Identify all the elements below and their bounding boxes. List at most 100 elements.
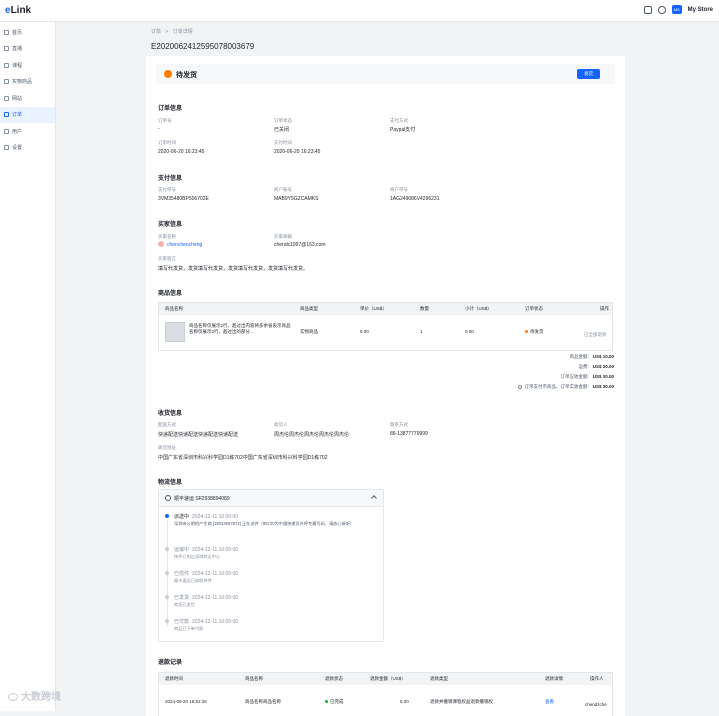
field-label: 联系方式 — [390, 422, 408, 427]
column-header: 商品名称 — [165, 306, 183, 311]
order-status-title: 待发货 — [176, 72, 197, 79]
timeline-desc: 商品已下单付款 — [174, 626, 204, 631]
section-title-refund: 退款记录 — [158, 660, 183, 666]
course-icon — [4, 62, 9, 68]
timeline-dot — [165, 619, 169, 623]
field-value: 已关闭 — [274, 127, 290, 133]
refund-detail-link[interactable]: 查看 — [545, 699, 554, 705]
refund-amount: 5.00 — [400, 699, 409, 704]
avatar — [158, 241, 164, 247]
logistics-header[interactable]: 顺丰速运 SF2938894089 — [159, 490, 383, 507]
status-bar: 待发货 发货 — [156, 64, 615, 84]
home-icon — [4, 29, 9, 35]
field-value: 2020-06-20 16:23:45 — [158, 149, 205, 155]
column-header: 数量 — [420, 306, 429, 311]
refund-table: 退款时间 商品名称 退款状态 退款金额（US$） 退款类型 退款详情 操作人 2… — [158, 672, 613, 716]
sidebar-item-users[interactable]: 用户 — [0, 123, 55, 140]
product-image — [165, 322, 185, 342]
globe-icon[interactable] — [657, 5, 666, 14]
goods-icon — [4, 79, 9, 85]
section-title-logistics: 物流信息 — [158, 480, 183, 486]
column-header: 退款金额（US$） — [370, 676, 406, 681]
column-header: 商品类型 — [300, 306, 318, 311]
section-title-order: 订单信息 — [158, 106, 183, 112]
product-subtotal: 0.00 — [465, 329, 474, 334]
product-price: 5.00 — [360, 329, 369, 334]
order-detail-card: 待发货 发货 订单信息 订单号 - 订单状态 已关闭 支付方式 Paypal支付… — [146, 56, 625, 716]
sidebar-item-orders[interactable]: 订单 — [0, 106, 55, 123]
sidebar: 首页 直播 课程 实物商品 网站 订单 用户 设置 — [0, 22, 56, 711]
column-header: 退款详情 — [545, 676, 563, 681]
field-label: 商户账号 — [274, 187, 292, 192]
order-icon — [4, 112, 9, 118]
clock-icon — [164, 70, 172, 78]
product-name[interactable]: 商品名称仅展示2行，超过出内容将多余省表示商品名称仅展示2行，超过出的部分... — [189, 323, 293, 335]
status-dot — [525, 330, 528, 334]
status-dot — [325, 700, 328, 704]
buyer-note: 填写代发货，发货填写代发货，发货填写代发货，发货填写代发货。 — [158, 266, 309, 272]
status-badge: 已完成 — [325, 699, 344, 705]
refund-status-text: 已全部退款 — [584, 332, 607, 337]
breadcrumb: 订单 > 订单详情 — [151, 28, 193, 35]
column-header: 商品名称 — [245, 676, 263, 681]
goods-table: 商品名称 商品类型 单价（US$） 数量 小计（US$） 订单状态 操作 商品名… — [158, 302, 613, 351]
sidebar-item-website[interactable]: 网站 — [0, 90, 55, 107]
website-icon — [4, 95, 9, 101]
timeline-desc: 商家已发货 — [174, 602, 195, 607]
field-value: 3VM35480BP506702E — [158, 196, 209, 202]
avatar[interactable]: MS — [671, 5, 682, 14]
settings-icon — [4, 145, 9, 151]
ship-button[interactable]: 发货 — [577, 69, 600, 79]
summary-receivable: 订单应收金额: US$ 30.00 — [560, 374, 614, 379]
sidebar-item-home[interactable]: 首页 — [0, 24, 55, 41]
live-icon — [4, 46, 9, 52]
field-label: 买家留言 — [158, 256, 176, 261]
sidebar-item-settings[interactable]: 设置 — [0, 140, 55, 157]
field-label: 商户单号 — [390, 187, 408, 192]
refund-time: 2024-09-20 16:52:26 — [165, 699, 207, 704]
sidebar-item-live[interactable]: 直播 — [0, 41, 55, 58]
column-header: 退款状态 — [325, 676, 343, 681]
timeline-status: 已付款 2024-12-11 10:00:00 — [174, 619, 239, 625]
field-label: 买家邮箱 — [274, 234, 292, 239]
sidebar-item-course[interactable]: 课程 — [0, 57, 55, 74]
page-title: E2020062412595078003679 — [151, 42, 255, 51]
field-value: - — [158, 126, 160, 132]
section-title-goods: 商品信息 — [158, 291, 183, 297]
column-header: 订单状态 — [525, 306, 543, 311]
section-title-shipping: 收货信息 — [158, 411, 183, 417]
watermark: 大数跨境 — [8, 688, 61, 703]
status-badge: 待发货 — [525, 329, 544, 335]
timeline-status: 运输中 2024-12-11 10:00:00 — [174, 547, 239, 553]
refund-operator: chendzche — [585, 702, 607, 707]
info-icon — [518, 384, 523, 389]
field-label: 配送方式 — [158, 422, 176, 427]
column-header: 退款时间 — [165, 676, 183, 681]
timeline-status: 已揽件 2024-12-11 10:00:00 — [174, 571, 239, 577]
timeline-status: 派送中 2024-12-11 10:00:00 — [174, 514, 239, 520]
sidebar-item-goods[interactable]: 实物商品 — [0, 74, 55, 91]
shipping-address: 中国广东省深圳市科兴科学园D1栋702中国广东省深圳市科兴科学园D1栋702 — [158, 455, 328, 461]
summary-received: 订单支付币商品、订单实收金额: US$ 30.00 — [518, 384, 614, 390]
column-header: 小计（US$） — [465, 306, 492, 311]
breadcrumb-current: 订单详情 — [172, 29, 193, 35]
section-title-buyer: 买家信息 — [158, 222, 183, 228]
store-icon[interactable] — [643, 5, 652, 14]
field-label: 买家名称 — [158, 234, 176, 239]
timeline-desc: 快件已到达深圳转运中心 — [174, 554, 221, 559]
app-logo[interactable]: eLink — [5, 5, 31, 16]
field-value: MAB9Y5GZCAMKS — [274, 196, 319, 202]
field-label: 收货地址 — [158, 445, 176, 450]
field-value: 2020-06-20 16:23:45 — [274, 149, 321, 155]
buyer-name-link[interactable]: chenchencheng — [167, 242, 202, 248]
refund-type: 退款并撤销课程权益退款撤销权 — [430, 699, 493, 704]
field-label: 支付方式 — [390, 118, 408, 123]
user-icon — [4, 128, 9, 134]
chevron-up-icon[interactable] — [371, 495, 377, 501]
column-header: 退款类型 — [430, 676, 448, 681]
breadcrumb-parent[interactable]: 订单 — [151, 29, 161, 35]
field-label: 订单状态 — [274, 118, 292, 123]
field-label: 收货人 — [274, 422, 288, 427]
store-name[interactable]: My Store — [688, 7, 713, 13]
timeline-desc: 顺丰速运已收取快件 — [174, 578, 212, 583]
